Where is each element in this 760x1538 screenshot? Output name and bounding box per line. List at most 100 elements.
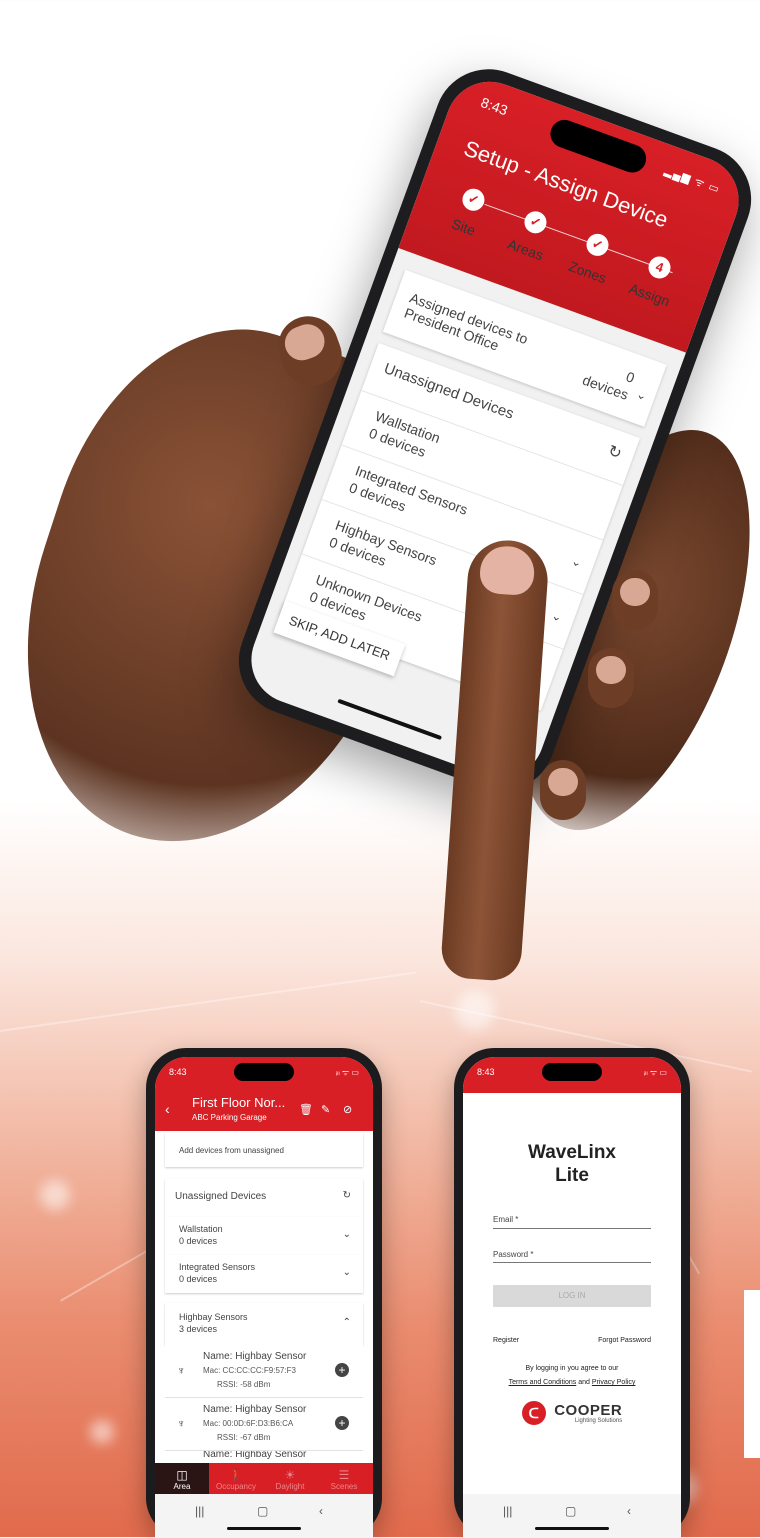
step-label: Zones — [566, 257, 609, 287]
device-name: Name: Highbay Sensor — [203, 1351, 307, 1362]
device-name: Name: Highbay Sensor — [203, 1451, 307, 1460]
group-name: Integrated Sensors — [179, 1262, 256, 1272]
agree-text: By logging in you agree to our — [525, 1365, 619, 1372]
group-wallstation[interactable]: Wallstation 0 devices ⌄ — [165, 1217, 363, 1255]
add-device-icon[interactable]: + — [335, 1416, 349, 1430]
cooper-logo-icon: ᑕ — [521, 1401, 546, 1425]
status-icons: ▂▄▆ ᯤ ▭ — [662, 164, 722, 196]
and-text: and — [578, 1379, 590, 1386]
check-icon: ✓ — [583, 230, 612, 259]
delete-icon[interactable]: 🗑 — [299, 1103, 313, 1116]
device-name: Name: Highbay Sensor — [203, 1404, 307, 1415]
back-icon[interactable]: ‹ — [627, 1504, 631, 1518]
chevron-down-icon: ⌄ — [549, 608, 565, 625]
refresh-icon[interactable]: ↻ — [605, 441, 624, 464]
register-link[interactable]: Register — [493, 1337, 519, 1344]
daylight-icon: ☀ — [284, 1468, 296, 1482]
step-label: Areas — [505, 235, 546, 264]
login-phone-screen: 8:43 ᵢₗₗ ᯤ ▭ WaveLinx Lite Email * Passw… — [463, 1057, 681, 1538]
device-row[interactable]: ♆ Name: Highbay Sensor Mac: CC:CC:CC:F9:… — [165, 1345, 363, 1398]
bulb-icon: ♆ — [177, 1365, 186, 1377]
device-mac: Mac: 00:0D:6F:D3:B6:CA — [203, 1419, 294, 1428]
status-time: 8:43 — [477, 1067, 495, 1077]
group-count: 0 devices — [179, 1274, 218, 1284]
email-label: Email * — [493, 1215, 519, 1224]
step-number: 4 — [645, 253, 674, 282]
assigned-unit: devices — [580, 371, 631, 403]
page-title: First Floor Nor... — [192, 1095, 286, 1110]
unassigned-title: Unassigned Devices — [175, 1191, 267, 1202]
chevron-down-icon: ⌄ — [569, 553, 584, 571]
terms-link[interactable]: Terms and Conditions — [509, 1379, 577, 1386]
step-assign[interactable]: 4 Assign — [617, 246, 694, 313]
status-icons: ᵢₗₗ ᯤ ▭ — [335, 1068, 359, 1077]
edge-panel — [744, 1290, 760, 1458]
bulb-icon: ♆ — [177, 1418, 186, 1430]
device-rssi: RSSI: -58 dBm — [217, 1380, 271, 1389]
home-icon[interactable]: ▢ — [257, 1504, 268, 1518]
chevron-up-icon: ⌃ — [342, 1317, 351, 1328]
forgot-password-link[interactable]: Forgot Password — [598, 1337, 651, 1344]
group-count: 3 devices — [179, 1324, 218, 1334]
privacy-link[interactable]: Privacy Policy — [592, 1379, 636, 1386]
area-header: 8:43 ᵢₗₗ ᯤ ▭ ‹ First Floor Nor... ABC Pa… — [155, 1057, 373, 1131]
group-highbay-sensors[interactable]: Highbay Sensors 3 devices ⌃ — [165, 1303, 363, 1345]
app-title: WaveLinx Lite — [528, 1142, 616, 1186]
password-field[interactable] — [493, 1262, 651, 1263]
dynamic-island — [234, 1063, 294, 1081]
area-icon: ◫ — [176, 1468, 188, 1482]
add-devices-card[interactable]: Add devices from unassigned — [165, 1133, 363, 1167]
email-field[interactable] — [493, 1228, 651, 1229]
chevron-down-icon[interactable]: ⌄ — [635, 387, 649, 404]
login-button[interactable]: LOG IN — [493, 1285, 651, 1307]
step-label: Site — [449, 215, 478, 239]
home-indicator — [227, 1527, 301, 1530]
device-row[interactable]: ♆ Name: Highbay Sensor Mac: 00:0D:6F:D3:… — [165, 1398, 363, 1451]
area-phone-screen: 8:43 ᵢₗₗ ᯤ ▭ ‹ First Floor Nor... ABC Pa… — [155, 1057, 373, 1538]
logo-main: COOPER — [554, 1401, 623, 1419]
login-phone: 8:43 ᵢₗₗ ᯤ ▭ WaveLinx Lite Email * Passw… — [454, 1048, 690, 1538]
back-icon[interactable]: ‹ — [319, 1504, 323, 1518]
device-rssi: RSSI: -67 dBm — [217, 1433, 271, 1442]
step-label: Assign — [627, 280, 673, 310]
android-nav-bar: ||| ▢ ‹ — [463, 1494, 681, 1538]
group-integrated-sensors[interactable]: Integrated Sensors 0 devices ⌄ — [165, 1255, 363, 1293]
group-name: Highbay Sensors — [179, 1312, 248, 1322]
home-indicator — [535, 1527, 609, 1530]
home-indicator — [337, 698, 443, 741]
login-status-bar: 8:43 ᵢₗₗ ᯤ ▭ — [463, 1057, 681, 1093]
check-icon: ✓ — [459, 185, 488, 214]
right-finger — [588, 648, 634, 708]
identify-off-icon[interactable]: ⊘ — [343, 1103, 352, 1116]
group-name: Wallstation — [179, 1224, 223, 1234]
chevron-down-icon: ⌄ — [342, 1267, 351, 1278]
assigned-label: Assigned devices to President Office — [402, 289, 531, 354]
unassigned-devices-header: Unassigned Devices ↻ — [165, 1179, 363, 1217]
legal-links: Terms and Conditions and Privacy Policy — [463, 1379, 681, 1386]
check-icon: ✓ — [521, 208, 550, 237]
right-finger — [612, 570, 658, 630]
dynamic-island — [542, 1063, 602, 1081]
device-mac: Mac: CC:CC:CC:F9:57:F3 — [203, 1366, 296, 1375]
occupancy-icon: 🚶 — [228, 1468, 244, 1482]
status-icons: ᵢₗₗ ᯤ ▭ — [643, 1068, 667, 1077]
page-subtitle: ABC Parking Garage — [192, 1113, 267, 1122]
scenes-icon: ☰ — [338, 1468, 350, 1482]
assigned-count: 0 — [623, 368, 637, 386]
edit-icon[interactable]: ✎ — [321, 1103, 330, 1116]
add-devices-label: Add devices from unassigned — [179, 1146, 284, 1155]
password-label: Password * — [493, 1250, 534, 1259]
group-count: 0 devices — [179, 1236, 218, 1246]
chevron-down-icon: ⌄ — [342, 1229, 351, 1240]
recent-apps-icon[interactable]: ||| — [503, 1504, 512, 1518]
dynamic-island — [546, 115, 651, 177]
back-arrow-icon[interactable]: ‹ — [165, 1101, 170, 1117]
status-time: 8:43 — [169, 1067, 187, 1077]
refresh-icon[interactable]: ↻ — [343, 1190, 351, 1201]
area-phone: 8:43 ᵢₗₗ ᯤ ▭ ‹ First Floor Nor... ABC Pa… — [146, 1048, 382, 1538]
android-nav-bar: ||| ▢ ‹ — [155, 1494, 373, 1538]
cooper-logo: ᑕ COOPER Lighting Solutions — [463, 1401, 681, 1425]
home-icon[interactable]: ▢ — [565, 1504, 576, 1518]
recent-apps-icon[interactable]: ||| — [195, 1504, 204, 1518]
add-device-icon[interactable]: + — [335, 1363, 349, 1377]
